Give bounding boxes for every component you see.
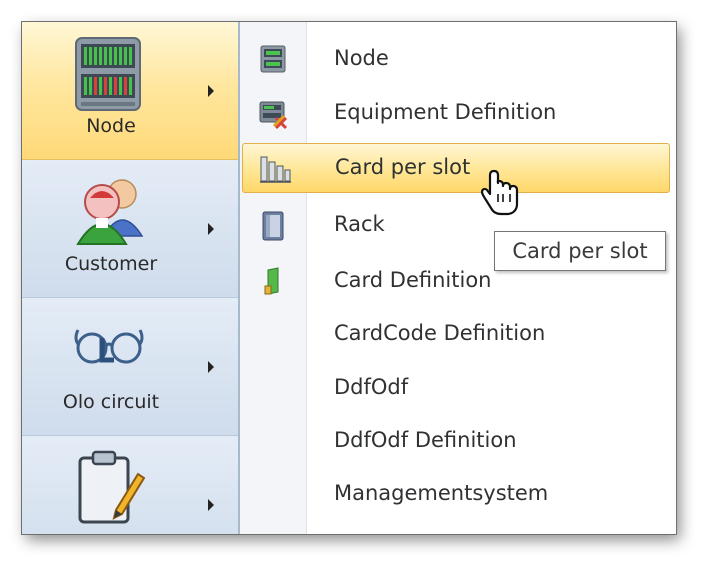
nav-item-label: Customer <box>64 253 158 275</box>
menu-item-label: Rack <box>334 212 385 236</box>
chevron-right-icon <box>208 223 214 235</box>
nav-item-label: Node <box>86 115 136 137</box>
menu-item-label: CardCode Definition <box>334 321 546 345</box>
nav-item-label: Olo circuit <box>62 391 160 413</box>
menu-item-label: DdfOdf Definition <box>334 428 517 452</box>
server-icon <box>75 37 141 111</box>
chevron-right-icon <box>208 85 214 97</box>
side-navigation: Node Customer Olo circuit <box>22 22 238 534</box>
users-icon <box>76 179 144 245</box>
menu-item-managementsystem[interactable]: Managementsystem <box>240 469 674 519</box>
card-definition-icon <box>264 267 279 295</box>
menu-item-ddfodf-definition[interactable]: DdfOdf Definition <box>240 416 674 466</box>
menu-item-card-per-slot[interactable]: Card per slot <box>242 143 670 193</box>
chevron-right-icon <box>208 499 214 511</box>
menu-item-label: Managementsystem <box>334 481 549 505</box>
hand-pointer-icon <box>480 169 519 216</box>
menu-item-label: Card per slot <box>335 155 471 179</box>
tooltip: Card per slot <box>494 231 666 271</box>
menu-item-label: Node <box>334 46 389 70</box>
nav-item-olo-circuit[interactable]: Olo circuit <box>22 298 238 436</box>
node-submenu: Node Equipment Definition Card per slot <box>240 22 676 534</box>
menu-item-equipment-definition[interactable]: Equipment Definition <box>240 88 674 138</box>
card-per-slot-icon <box>260 156 291 183</box>
menu-item-cardcode-definition[interactable]: CardCode Definition <box>240 309 674 359</box>
chevron-right-icon <box>208 361 214 373</box>
nav-item-node[interactable]: Node <box>22 22 238 160</box>
glasses-icon <box>74 329 144 364</box>
node-icon <box>260 45 286 73</box>
menu-item-label: Card Definition <box>334 268 492 292</box>
menu-item-ddfodf[interactable]: DdfOdf <box>240 363 674 413</box>
menu-item-node[interactable]: Node <box>240 34 674 84</box>
menu-item-label: DdfOdf <box>334 375 409 399</box>
menu-item-label: Equipment Definition <box>334 100 557 124</box>
nav-item-orders[interactable] <box>22 436 238 534</box>
clipboard-pencil-icon <box>78 450 146 524</box>
application-window: Node Customer Olo circuit Node Equipment… <box>22 22 676 534</box>
rack-icon <box>262 211 284 241</box>
equipment-definition-icon <box>259 101 288 130</box>
nav-item-customer[interactable]: Customer <box>22 160 238 298</box>
